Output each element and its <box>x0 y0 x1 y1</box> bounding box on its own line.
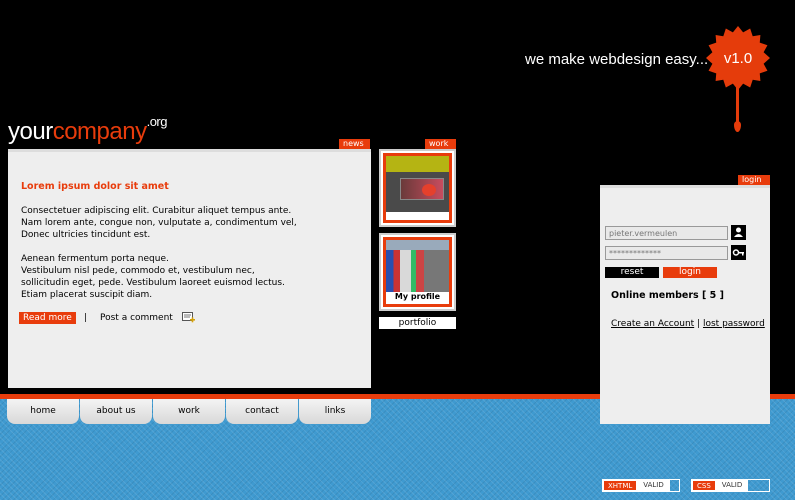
logo-part-your: your <box>8 118 53 145</box>
news-line: sollicitudin eget, pede. Vestibulum laor… <box>21 278 285 288</box>
nav-home[interactable]: home <box>7 399 79 424</box>
nav-contact[interactable]: contact <box>226 399 298 424</box>
add-comment-icon[interactable] <box>182 312 196 325</box>
news-line: Aenean fermentum porta neque. <box>21 254 169 264</box>
main-nav: home about us work contact links <box>7 399 371 424</box>
reset-button[interactable]: reset <box>605 267 659 278</box>
post-comment-link[interactable]: Post a comment <box>100 313 173 323</box>
news-line: Donec ultricies tincidunt est. <box>21 230 151 240</box>
create-account-link[interactable]: Create an Account <box>611 319 694 329</box>
thumbnail-image <box>386 250 449 292</box>
xhtml-valid-badge[interactable]: XHTML VALID <box>602 479 680 492</box>
lost-password-link[interactable]: lost password <box>703 319 765 329</box>
css-badge-label: CSS <box>692 480 716 491</box>
read-more-button[interactable]: Read more <box>19 312 76 324</box>
news-line: Vestibulum nisl pede, commodo et, vestib… <box>21 266 255 276</box>
logo-part-company: company <box>52 118 147 145</box>
badge-drip <box>736 86 739 124</box>
nav-links[interactable]: links <box>299 399 371 424</box>
site-logo[interactable]: yourcompany.org <box>8 114 167 146</box>
thumbnail-frame <box>383 153 452 223</box>
news-line: Etiam placerat suscipit diam. <box>21 290 153 300</box>
css-badge-valid: VALID <box>715 480 749 491</box>
work-label: work <box>425 139 456 149</box>
user-icon <box>731 225 746 240</box>
portfolio-thumbnail-1[interactable] <box>379 149 456 227</box>
key-icon <box>731 245 746 260</box>
online-members: Online members [ 5 ] <box>611 290 724 301</box>
thumbnail-nav-bar <box>386 240 449 250</box>
news-line: Nam lorem ante, congue non, vulputate a,… <box>21 218 297 228</box>
news-panel: Lorem ipsum dolor sit amet Consectetuer … <box>8 149 371 388</box>
news-label: news <box>339 139 370 149</box>
thumbnail-header <box>386 156 449 172</box>
portfolio-link[interactable]: portfolio <box>379 317 456 329</box>
portfolio-thumbnail-2[interactable]: My profile <box>379 233 456 311</box>
xhtml-badge-valid: VALID <box>637 480 670 491</box>
login-button[interactable]: login <box>663 267 717 278</box>
tagline: we make webdesign easy... <box>525 51 709 68</box>
login-panel: reset login Online members [ 5 ] Create … <box>600 185 770 424</box>
nav-about-us[interactable]: about us <box>80 399 152 424</box>
news-line: Consectetuer adipiscing elit. Curabitur … <box>21 206 292 216</box>
logo-tld: .org <box>146 114 168 129</box>
thumbnail-badge <box>422 184 436 196</box>
news-paragraph-1: Consectetuer adipiscing elit. Curabitur … <box>21 205 361 241</box>
news-paragraph-2: Aenean fermentum porta neque. Vestibulum… <box>21 253 361 301</box>
news-separator: | <box>84 313 88 323</box>
password-input[interactable] <box>605 246 728 260</box>
thumbnail-frame: My profile <box>383 237 452 307</box>
css-valid-badge[interactable]: CSS VALID <box>691 479 770 492</box>
links-separator: | <box>697 319 701 329</box>
nav-work[interactable]: work <box>153 399 225 424</box>
username-input[interactable] <box>605 226 728 240</box>
xhtml-badge-label: XHTML <box>603 480 638 491</box>
login-label: login <box>738 175 770 185</box>
thumbnail-caption: My profile <box>394 292 441 301</box>
news-title: Lorem ipsum dolor sit amet <box>21 181 169 192</box>
account-links: Create an Account | lost password <box>611 319 765 329</box>
